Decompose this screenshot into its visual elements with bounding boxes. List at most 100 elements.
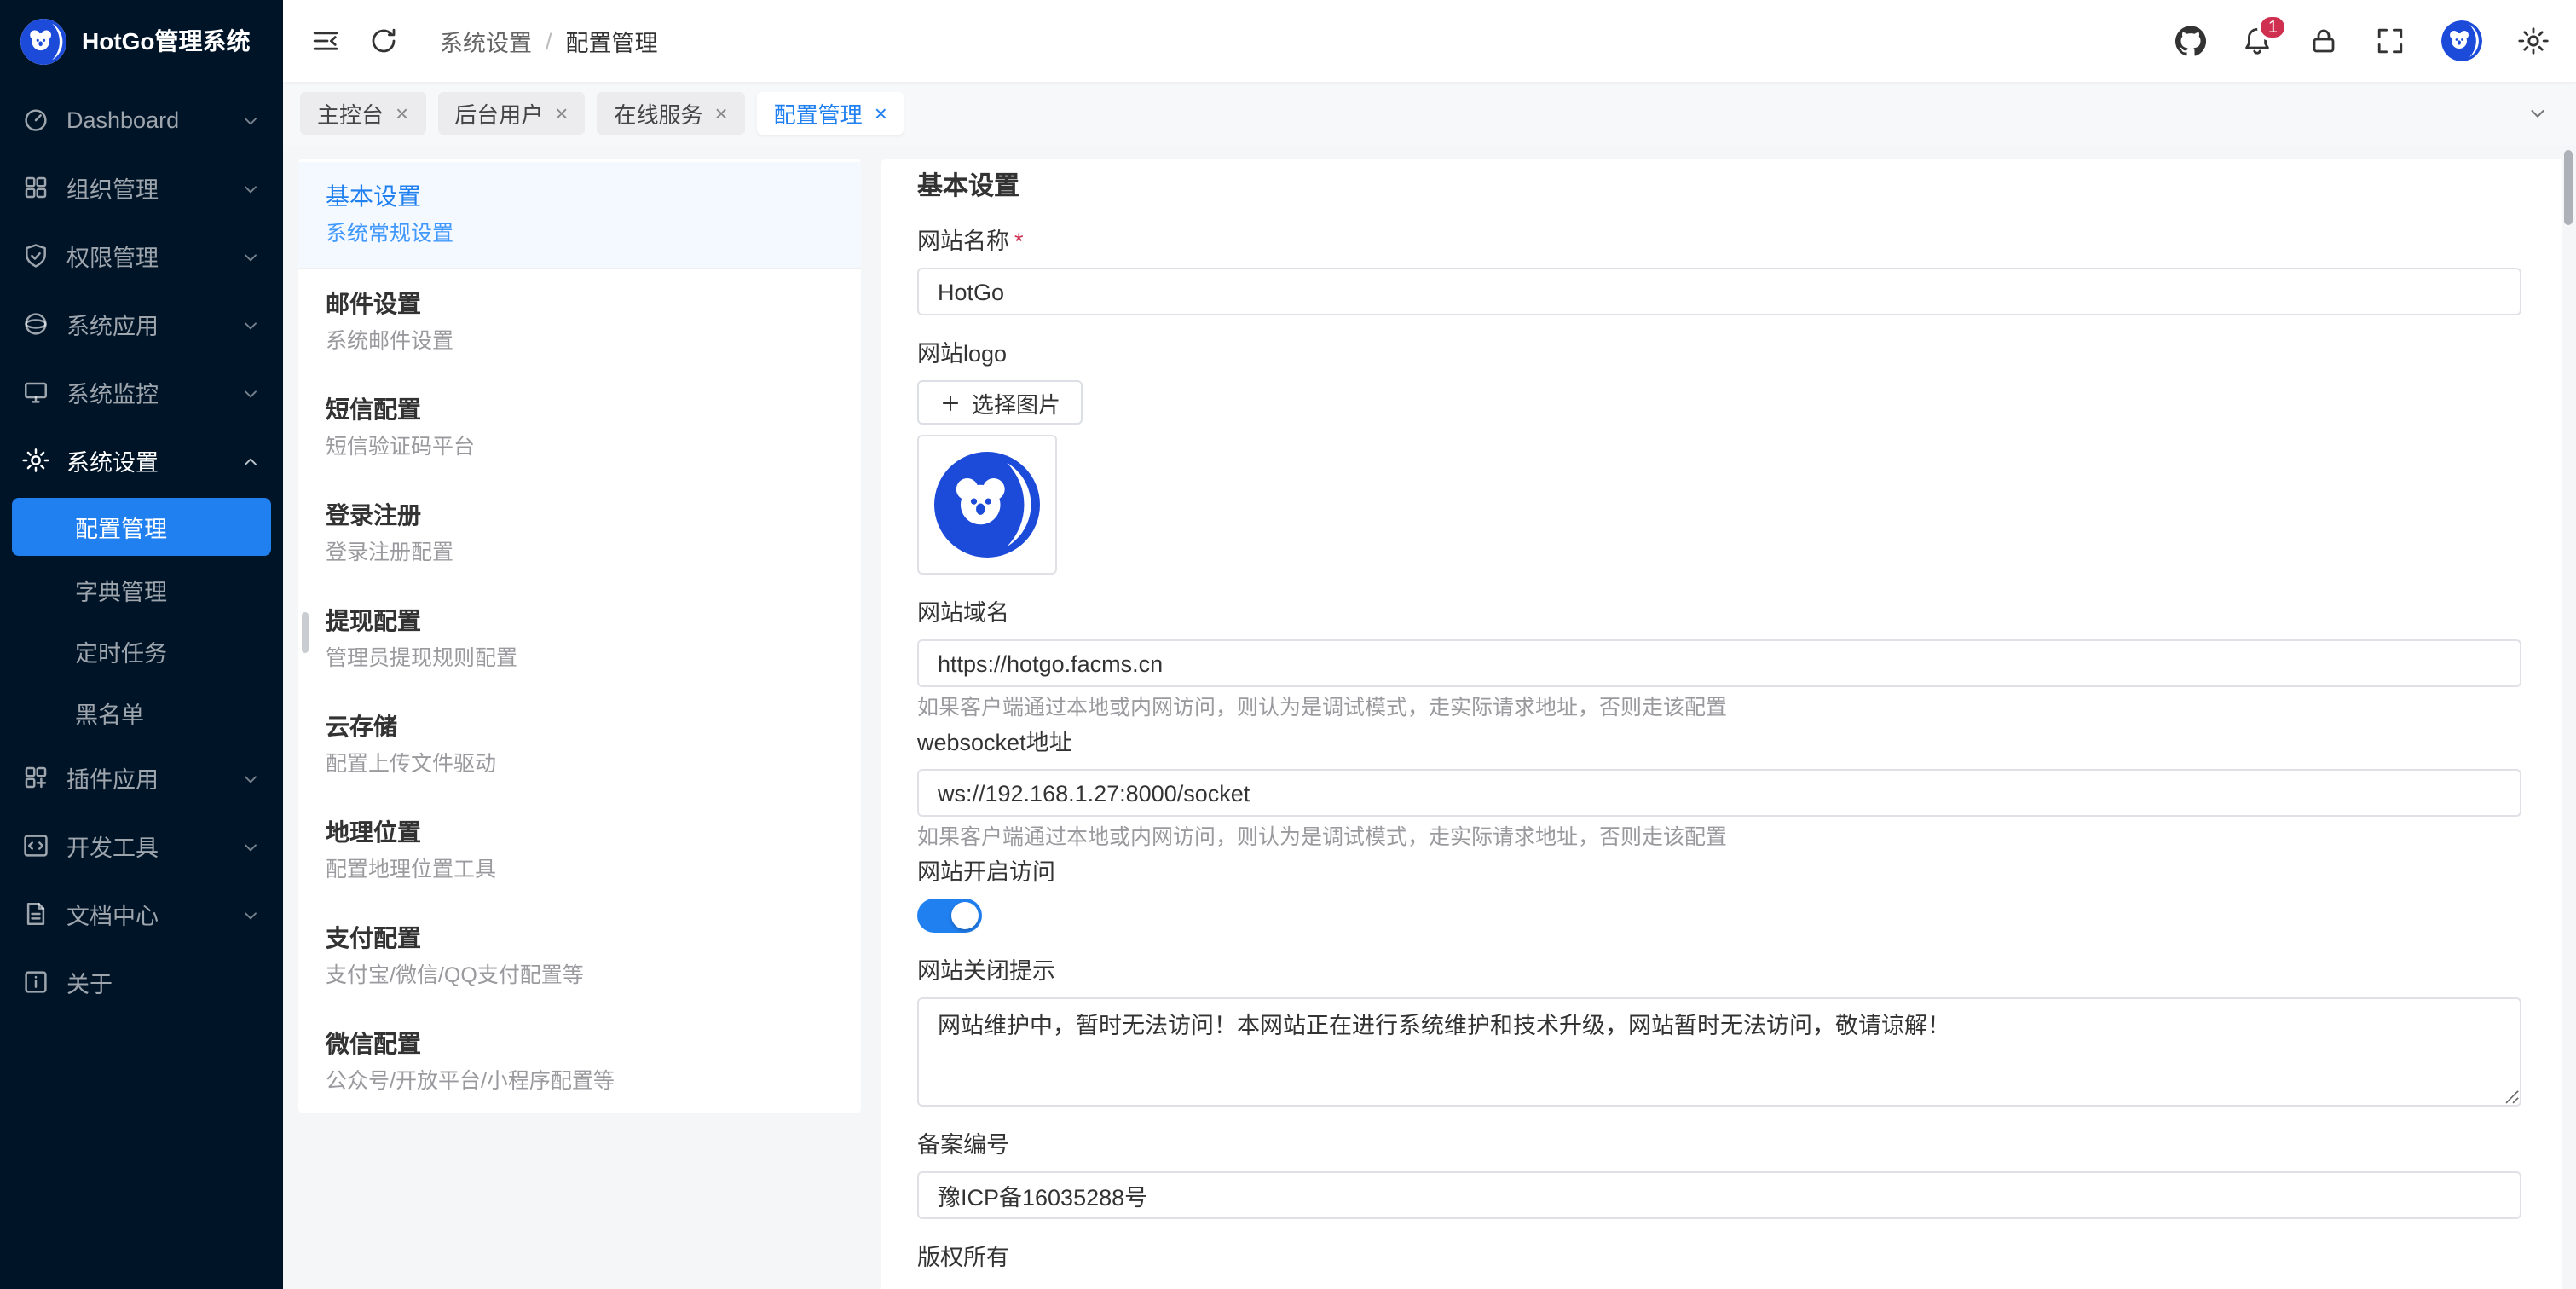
site-open-toggle[interactable] bbox=[917, 899, 982, 933]
sidebar-subitem-blacklist[interactable]: 黑名单 bbox=[0, 682, 283, 743]
tab-dashboard[interactable]: 主控台 × bbox=[300, 92, 425, 135]
about-icon bbox=[22, 968, 49, 996]
sidebar-item-label: 关于 bbox=[66, 965, 261, 999]
settings-nav-title: 微信配置 bbox=[326, 1026, 834, 1061]
devtools-icon bbox=[22, 832, 49, 859]
close-icon[interactable]: × bbox=[396, 102, 408, 124]
avatar[interactable] bbox=[2441, 20, 2482, 61]
settings-nav-subtitle: 支付宝/微信/QQ支付配置等 bbox=[326, 962, 834, 991]
settings-nav-login[interactable]: 登录注册 登录注册配置 bbox=[298, 481, 861, 587]
site-name-label: 网站名称* bbox=[917, 227, 2521, 257]
settings-nav-withdraw[interactable]: 提现配置 管理员提现规则配置 bbox=[298, 587, 861, 692]
settings-nav-title: 短信配置 bbox=[326, 392, 834, 426]
settings-nav-cloud-storage[interactable]: 云存储 配置上传文件驱动 bbox=[298, 692, 861, 798]
chevron-down-icon bbox=[240, 767, 261, 788]
sidebar-item-label: 系统应用 bbox=[66, 307, 223, 341]
sidebar-subitem-config[interactable]: 配置管理 bbox=[12, 498, 271, 556]
subitem-label: 黑名单 bbox=[75, 696, 144, 730]
close-icon[interactable]: × bbox=[555, 102, 568, 124]
settings-nav-card: 基本设置 系统常规设置 邮件设置 系统邮件设置 短信配置 短信验证码平台 登录注… bbox=[298, 159, 861, 1113]
websocket-label: websocket地址 bbox=[917, 728, 2521, 759]
plus-icon bbox=[939, 391, 962, 413]
settings-nav-sms[interactable]: 短信配置 短信验证码平台 bbox=[298, 375, 861, 481]
lock-icon[interactable] bbox=[2308, 26, 2339, 56]
fullscreen-icon[interactable] bbox=[2375, 26, 2406, 56]
tab-config-management[interactable]: 配置管理 × bbox=[757, 92, 904, 135]
refresh-icon[interactable] bbox=[368, 26, 399, 56]
sidebar-subitem-cron[interactable]: 定时任务 bbox=[0, 621, 283, 682]
pick-image-button[interactable]: 选择图片 bbox=[917, 380, 1083, 425]
settings-nav-wechat[interactable]: 微信配置 公众号/开放平台/小程序配置等 bbox=[298, 1009, 861, 1113]
icp-label: 备案编号 bbox=[917, 1130, 2521, 1161]
settings-nav-title: 邮件设置 bbox=[326, 286, 834, 321]
close-tip-textarea[interactable]: 网站维护中，暂时无法访问！本网站正在进行系统维护和技术升级，网站暂时无法访问，敬… bbox=[917, 997, 2521, 1107]
content-area: 基本设置 系统常规设置 邮件设置 系统邮件设置 短信配置 短信验证码平台 登录注… bbox=[283, 145, 2576, 1289]
icp-input[interactable] bbox=[917, 1171, 2521, 1219]
menu-fold-icon[interactable] bbox=[310, 26, 341, 56]
settings-nav-subtitle: 系统常规设置 bbox=[326, 220, 834, 249]
settings-nav-payment[interactable]: 支付配置 支付宝/微信/QQ支付配置等 bbox=[298, 904, 861, 1009]
settings-scrollbar-thumb[interactable] bbox=[302, 612, 309, 653]
breadcrumb: 系统设置 / 配置管理 bbox=[440, 24, 658, 58]
page-scrollbar-thumb[interactable] bbox=[2564, 150, 2573, 225]
chevron-down-icon bbox=[240, 177, 261, 198]
github-icon[interactable] bbox=[2175, 26, 2206, 56]
sidebar-item-org[interactable]: 组织管理 bbox=[0, 153, 283, 222]
settings-nav-basic[interactable]: 基本设置 系统常规设置 bbox=[298, 162, 861, 269]
notifications-button[interactable]: 1 bbox=[2242, 26, 2273, 56]
sidebar-item-about[interactable]: 关于 bbox=[0, 948, 283, 1016]
subitem-label: 配置管理 bbox=[75, 510, 167, 544]
tab-online-service[interactable]: 在线服务 × bbox=[597, 92, 744, 135]
settings-nav-title: 地理位置 bbox=[326, 815, 834, 849]
gear-icon[interactable] bbox=[2518, 26, 2549, 56]
subitem-label: 定时任务 bbox=[75, 634, 167, 668]
plugin-icon bbox=[22, 764, 49, 791]
sidebar-item-sysapp[interactable]: 系统应用 bbox=[0, 290, 283, 358]
breadcrumb-item[interactable]: 系统设置 bbox=[440, 24, 532, 58]
websocket-input[interactable] bbox=[917, 769, 2521, 817]
org-grid-icon bbox=[22, 174, 49, 201]
sidebar-item-monitor[interactable]: 系统监控 bbox=[0, 358, 283, 426]
form-title: 基本设置 bbox=[917, 172, 2521, 203]
chevron-down-icon bbox=[240, 314, 261, 334]
settings-nav-subtitle: 配置上传文件驱动 bbox=[326, 750, 834, 779]
chevron-down-icon bbox=[240, 382, 261, 402]
close-icon[interactable]: × bbox=[714, 102, 727, 124]
settings-nav-email[interactable]: 邮件设置 系统邮件设置 bbox=[298, 269, 861, 375]
site-logo-label: 网站logo bbox=[917, 339, 2521, 370]
settings-nav-title: 支付配置 bbox=[326, 921, 834, 955]
settings-nav-subtitle: 管理员提现规则配置 bbox=[326, 644, 834, 673]
close-icon[interactable]: × bbox=[875, 102, 887, 124]
sidebar-item-docs[interactable]: 文档中心 bbox=[0, 880, 283, 948]
chevron-down-icon bbox=[240, 904, 261, 924]
gear-icon bbox=[22, 447, 49, 474]
settings-nav-geo[interactable]: 地理位置 配置地理位置工具 bbox=[298, 798, 861, 904]
site-domain-input[interactable] bbox=[917, 639, 2521, 687]
site-name-input[interactable] bbox=[917, 268, 2521, 315]
sidebar-subitem-dict[interactable]: 字典管理 bbox=[0, 559, 283, 621]
site-domain-label: 网站域名 bbox=[917, 598, 2521, 629]
sidebar-item-settings[interactable]: 系统设置 bbox=[0, 426, 283, 494]
tabs-dropdown-button[interactable] bbox=[2515, 92, 2559, 135]
required-asterisk: * bbox=[1014, 228, 1024, 254]
app-logo-row[interactable]: HotGo管理系统 bbox=[0, 0, 283, 82]
site-logo-preview[interactable] bbox=[917, 435, 1057, 575]
settings-nav-subtitle: 短信验证码平台 bbox=[326, 433, 834, 462]
site-logo-image bbox=[934, 452, 1040, 558]
sidebar-item-permission[interactable]: 权限管理 bbox=[0, 222, 283, 290]
settings-nav-subtitle: 配置地理位置工具 bbox=[326, 856, 834, 885]
sidebar-item-devtools[interactable]: 开发工具 bbox=[0, 812, 283, 880]
websocket-help: 如果客户端通过本地或内网访问，则认为是调试模式，走实际请求地址，否则走该配置 bbox=[917, 824, 2521, 851]
tab-bar: 主控台 × 后台用户 × 在线服务 × 配置管理 × bbox=[283, 82, 2576, 145]
sidebar-item-plugins[interactable]: 插件应用 bbox=[0, 743, 283, 812]
header-left: 系统设置 / 配置管理 bbox=[310, 24, 658, 58]
tab-label: 主控台 bbox=[317, 97, 384, 130]
sidebar-item-dashboard[interactable]: Dashboard bbox=[0, 85, 283, 153]
app-logo-icon bbox=[20, 18, 66, 64]
tab-admin-users[interactable]: 后台用户 × bbox=[437, 92, 585, 135]
basic-settings-form: 基本设置 网站名称* 网站logo 选择图片 网站域名 如果客户端通过本地或内网… bbox=[881, 159, 2562, 1289]
settings-nav-title: 云存储 bbox=[326, 709, 834, 743]
pick-image-label: 选择图片 bbox=[972, 386, 1060, 419]
sidebar-item-label: 开发工具 bbox=[66, 829, 223, 863]
settings-nav-title: 登录注册 bbox=[326, 498, 834, 532]
